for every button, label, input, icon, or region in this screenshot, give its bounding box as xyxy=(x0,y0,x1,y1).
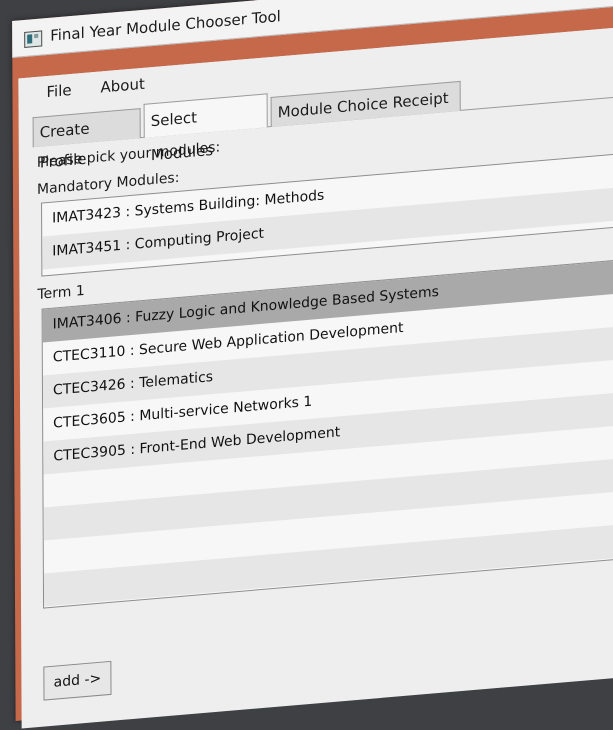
app-icon xyxy=(24,30,43,48)
menu-about[interactable]: About xyxy=(100,75,144,97)
app-window: Final Year Module Chooser Tool File Abou… xyxy=(12,0,613,729)
mandatory-modules-list[interactable]: IMAT3423 : Systems Building: Methods IMA… xyxy=(41,149,613,277)
window-title: Final Year Module Chooser Tool xyxy=(50,7,281,45)
window-client-area: File About Create Profile Select Modules… xyxy=(18,24,613,729)
menu-file[interactable]: File xyxy=(46,81,71,101)
term1-modules-list[interactable]: IMAT3406 : Fuzzy Logic and Knowledge Bas… xyxy=(41,255,613,609)
tab-select-modules[interactable]: Select Modules xyxy=(143,93,268,164)
term1-label: Term 1 xyxy=(37,282,85,303)
tab-create-profile[interactable]: Create Profile xyxy=(32,108,141,172)
add-button[interactable]: add -> xyxy=(43,660,112,701)
tab-module-choice-receipt[interactable]: Module Choice Receipt xyxy=(270,80,461,128)
